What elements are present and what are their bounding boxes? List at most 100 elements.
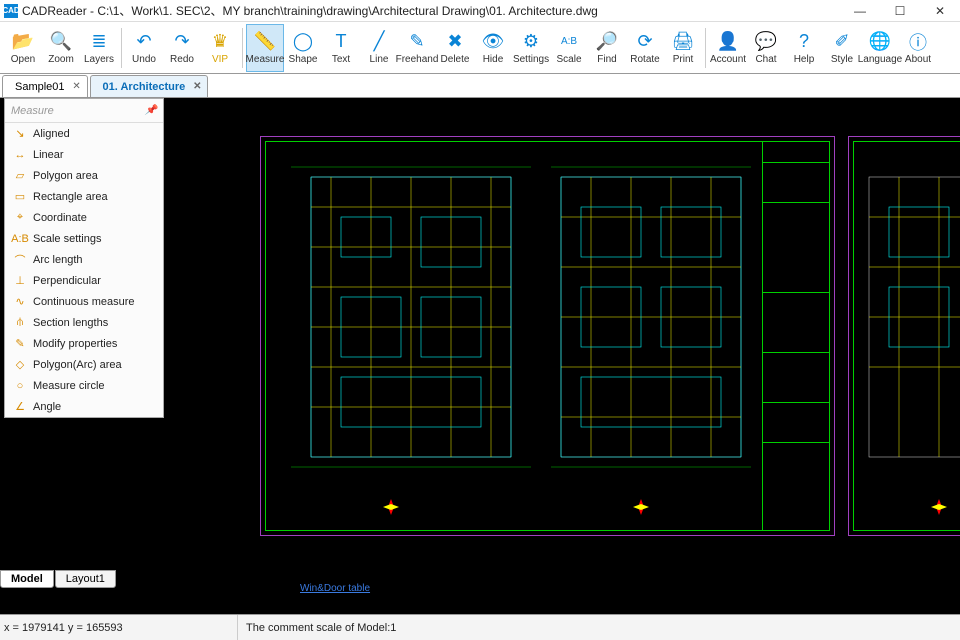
measure-item-label: Arc length: [33, 254, 83, 266]
window-title: CADReader - C:\1、Work\1. SEC\2、MY branch…: [22, 2, 840, 19]
measure-item-label: Measure circle: [33, 380, 105, 392]
language-icon: 🌐: [869, 31, 891, 53]
shape-icon: ◯: [292, 31, 314, 53]
chat-button[interactable]: 💬Chat: [747, 24, 785, 72]
measure-item-label: Polygon area: [33, 170, 98, 182]
measure-item-modify-properties[interactable]: ✎ Modify properties: [5, 333, 163, 354]
measure-item-icon: ⌒: [11, 253, 29, 267]
tab-close-icon[interactable]: ✕: [191, 80, 203, 92]
open-button[interactable]: 📂Open: [4, 24, 42, 72]
work-area: Win&Door table Measure 📌 ↘Aligned ↔ Linear…: [0, 98, 960, 614]
layers-icon: ≣: [88, 31, 110, 53]
measure-item-rectangle-area[interactable]: ▭ Rectangle area: [5, 186, 163, 207]
measure-item-icon: ∿: [11, 295, 29, 309]
app-icon: CAD: [4, 4, 18, 18]
freehand-button[interactable]: ✎Freehand: [398, 24, 436, 72]
measure-item-icon: ⫛: [11, 316, 29, 330]
search-icon: 🔎: [596, 31, 618, 53]
link-windoor-table[interactable]: Win&Door table: [300, 583, 370, 594]
about-icon: ⓘ: [907, 31, 929, 53]
vip-icon: ♛: [209, 31, 231, 53]
separator: [705, 28, 706, 68]
help-icon: ?: [793, 31, 815, 53]
measure-item-icon: ▭: [11, 190, 29, 204]
document-tabstrip: Sample01 ✕ 01. Architecture ✕: [0, 74, 960, 98]
tab-close-icon[interactable]: ✕: [71, 80, 83, 92]
rotate-button[interactable]: ⟳Rotate: [626, 24, 664, 72]
pin-icon[interactable]: 📌: [145, 105, 157, 116]
floor-plan-svg: [261, 137, 836, 537]
settings-button[interactable]: ⚙Settings: [512, 24, 550, 72]
status-scale: The comment scale of Model:1: [238, 622, 396, 634]
main-toolbar: 📂Open 🔍Zoom ≣Layers ↶Undo ↷Redo ♛VIP 📏Me…: [0, 22, 960, 74]
vip-button[interactable]: ♛VIP: [201, 24, 239, 72]
status-coordinates: x = 1979141 y = 165593: [0, 615, 238, 640]
drawing-sheet: [260, 136, 835, 536]
delete-button[interactable]: ✖Delete: [436, 24, 474, 72]
measure-item-icon: ⊥: [11, 274, 29, 288]
rotate-icon: ⟳: [634, 31, 656, 53]
measure-item-polygon-arc-area[interactable]: ◇Polygon(Arc) area: [5, 354, 163, 375]
line-button[interactable]: ╱Line: [360, 24, 398, 72]
measure-icon: 📏: [254, 31, 276, 53]
undo-button[interactable]: ↶Undo: [125, 24, 163, 72]
measure-item-polygon-area[interactable]: ▱Polygon area: [5, 165, 163, 186]
close-button[interactable]: ✕: [920, 0, 960, 22]
tab-model[interactable]: Model: [0, 570, 54, 588]
tab-label: 01. Architecture: [103, 81, 186, 93]
measure-item-arc-length[interactable]: ⌒ Arc length: [5, 249, 163, 270]
about-button[interactable]: ⓘAbout: [899, 24, 937, 72]
text-button[interactable]: TText: [322, 24, 360, 72]
measure-item-label: Polygon(Arc) area: [33, 359, 122, 371]
tab-layout1[interactable]: Layout1: [55, 570, 116, 588]
undo-icon: ↶: [133, 31, 155, 53]
maximize-button[interactable]: ☐: [880, 0, 920, 22]
measure-panel: Measure 📌 ↘Aligned ↔ Linear ▱Polygon area ▭ R…: [4, 98, 164, 418]
print-icon: 🖨: [672, 31, 694, 53]
measure-item-aligned[interactable]: ↘Aligned: [5, 123, 163, 144]
measure-item-label: Perpendicular: [33, 275, 101, 287]
hide-button[interactable]: 👁Hide: [474, 24, 512, 72]
measure-item-measure-circle[interactable]: ○Measure circle: [5, 375, 163, 396]
tab-label: Sample01: [15, 81, 65, 93]
style-icon: ✐: [831, 31, 853, 53]
scale-button[interactable]: A:BScale: [550, 24, 588, 72]
measure-button[interactable]: 📏Measure: [246, 24, 284, 72]
shape-button[interactable]: ◯Shape: [284, 24, 322, 72]
zoom-button[interactable]: 🔍Zoom: [42, 24, 80, 72]
measure-item-angle[interactable]: ∠Angle: [5, 396, 163, 417]
print-button[interactable]: 🖨Print: [664, 24, 702, 72]
chat-icon: 💬: [755, 31, 777, 53]
tab-sample01[interactable]: Sample01 ✕: [2, 75, 88, 97]
tab-architecture[interactable]: 01. Architecture ✕: [90, 75, 209, 97]
scale-icon: A:B: [558, 31, 580, 53]
measure-item-label: Linear: [33, 149, 64, 161]
style-button[interactable]: ✐Style: [823, 24, 861, 72]
find-button[interactable]: 🔎Find: [588, 24, 626, 72]
drawing-sheet: [848, 136, 960, 536]
measure-item-section-lengths[interactable]: ⫛Section lengths: [5, 312, 163, 333]
language-button[interactable]: 🌐Language: [861, 24, 899, 72]
measure-item-linear[interactable]: ↔ Linear: [5, 144, 163, 165]
measure-item-perpendicular[interactable]: ⊥ Perpendicular: [5, 270, 163, 291]
gear-icon: ⚙: [520, 31, 542, 53]
title-block: [762, 141, 830, 531]
layers-button[interactable]: ≣Layers: [80, 24, 118, 72]
measure-item-label: Rectangle area: [33, 191, 108, 203]
measure-item-label: Coordinate: [33, 212, 87, 224]
measure-item-icon: ↔: [11, 148, 29, 162]
measure-item-label: Scale settings: [33, 233, 101, 245]
help-button[interactable]: ?Help: [785, 24, 823, 72]
separator: [121, 28, 122, 68]
measure-item-icon: ⌖: [11, 211, 29, 225]
measure-item-coordinate[interactable]: ⌖ Coordinate: [5, 207, 163, 228]
redo-button[interactable]: ↷Redo: [163, 24, 201, 72]
measure-item-icon: ✎: [11, 337, 29, 351]
measure-item-continuous-measure[interactable]: ∿Continuous measure: [5, 291, 163, 312]
measure-item-label: Modify properties: [33, 338, 117, 350]
minimize-button[interactable]: —: [840, 0, 880, 22]
measure-item-scale-settings[interactable]: A:BScale settings: [5, 228, 163, 249]
panel-title: Measure: [11, 105, 54, 117]
layout-tabstrip: Model Layout1: [0, 568, 117, 588]
account-button[interactable]: 👤Account: [709, 24, 747, 72]
